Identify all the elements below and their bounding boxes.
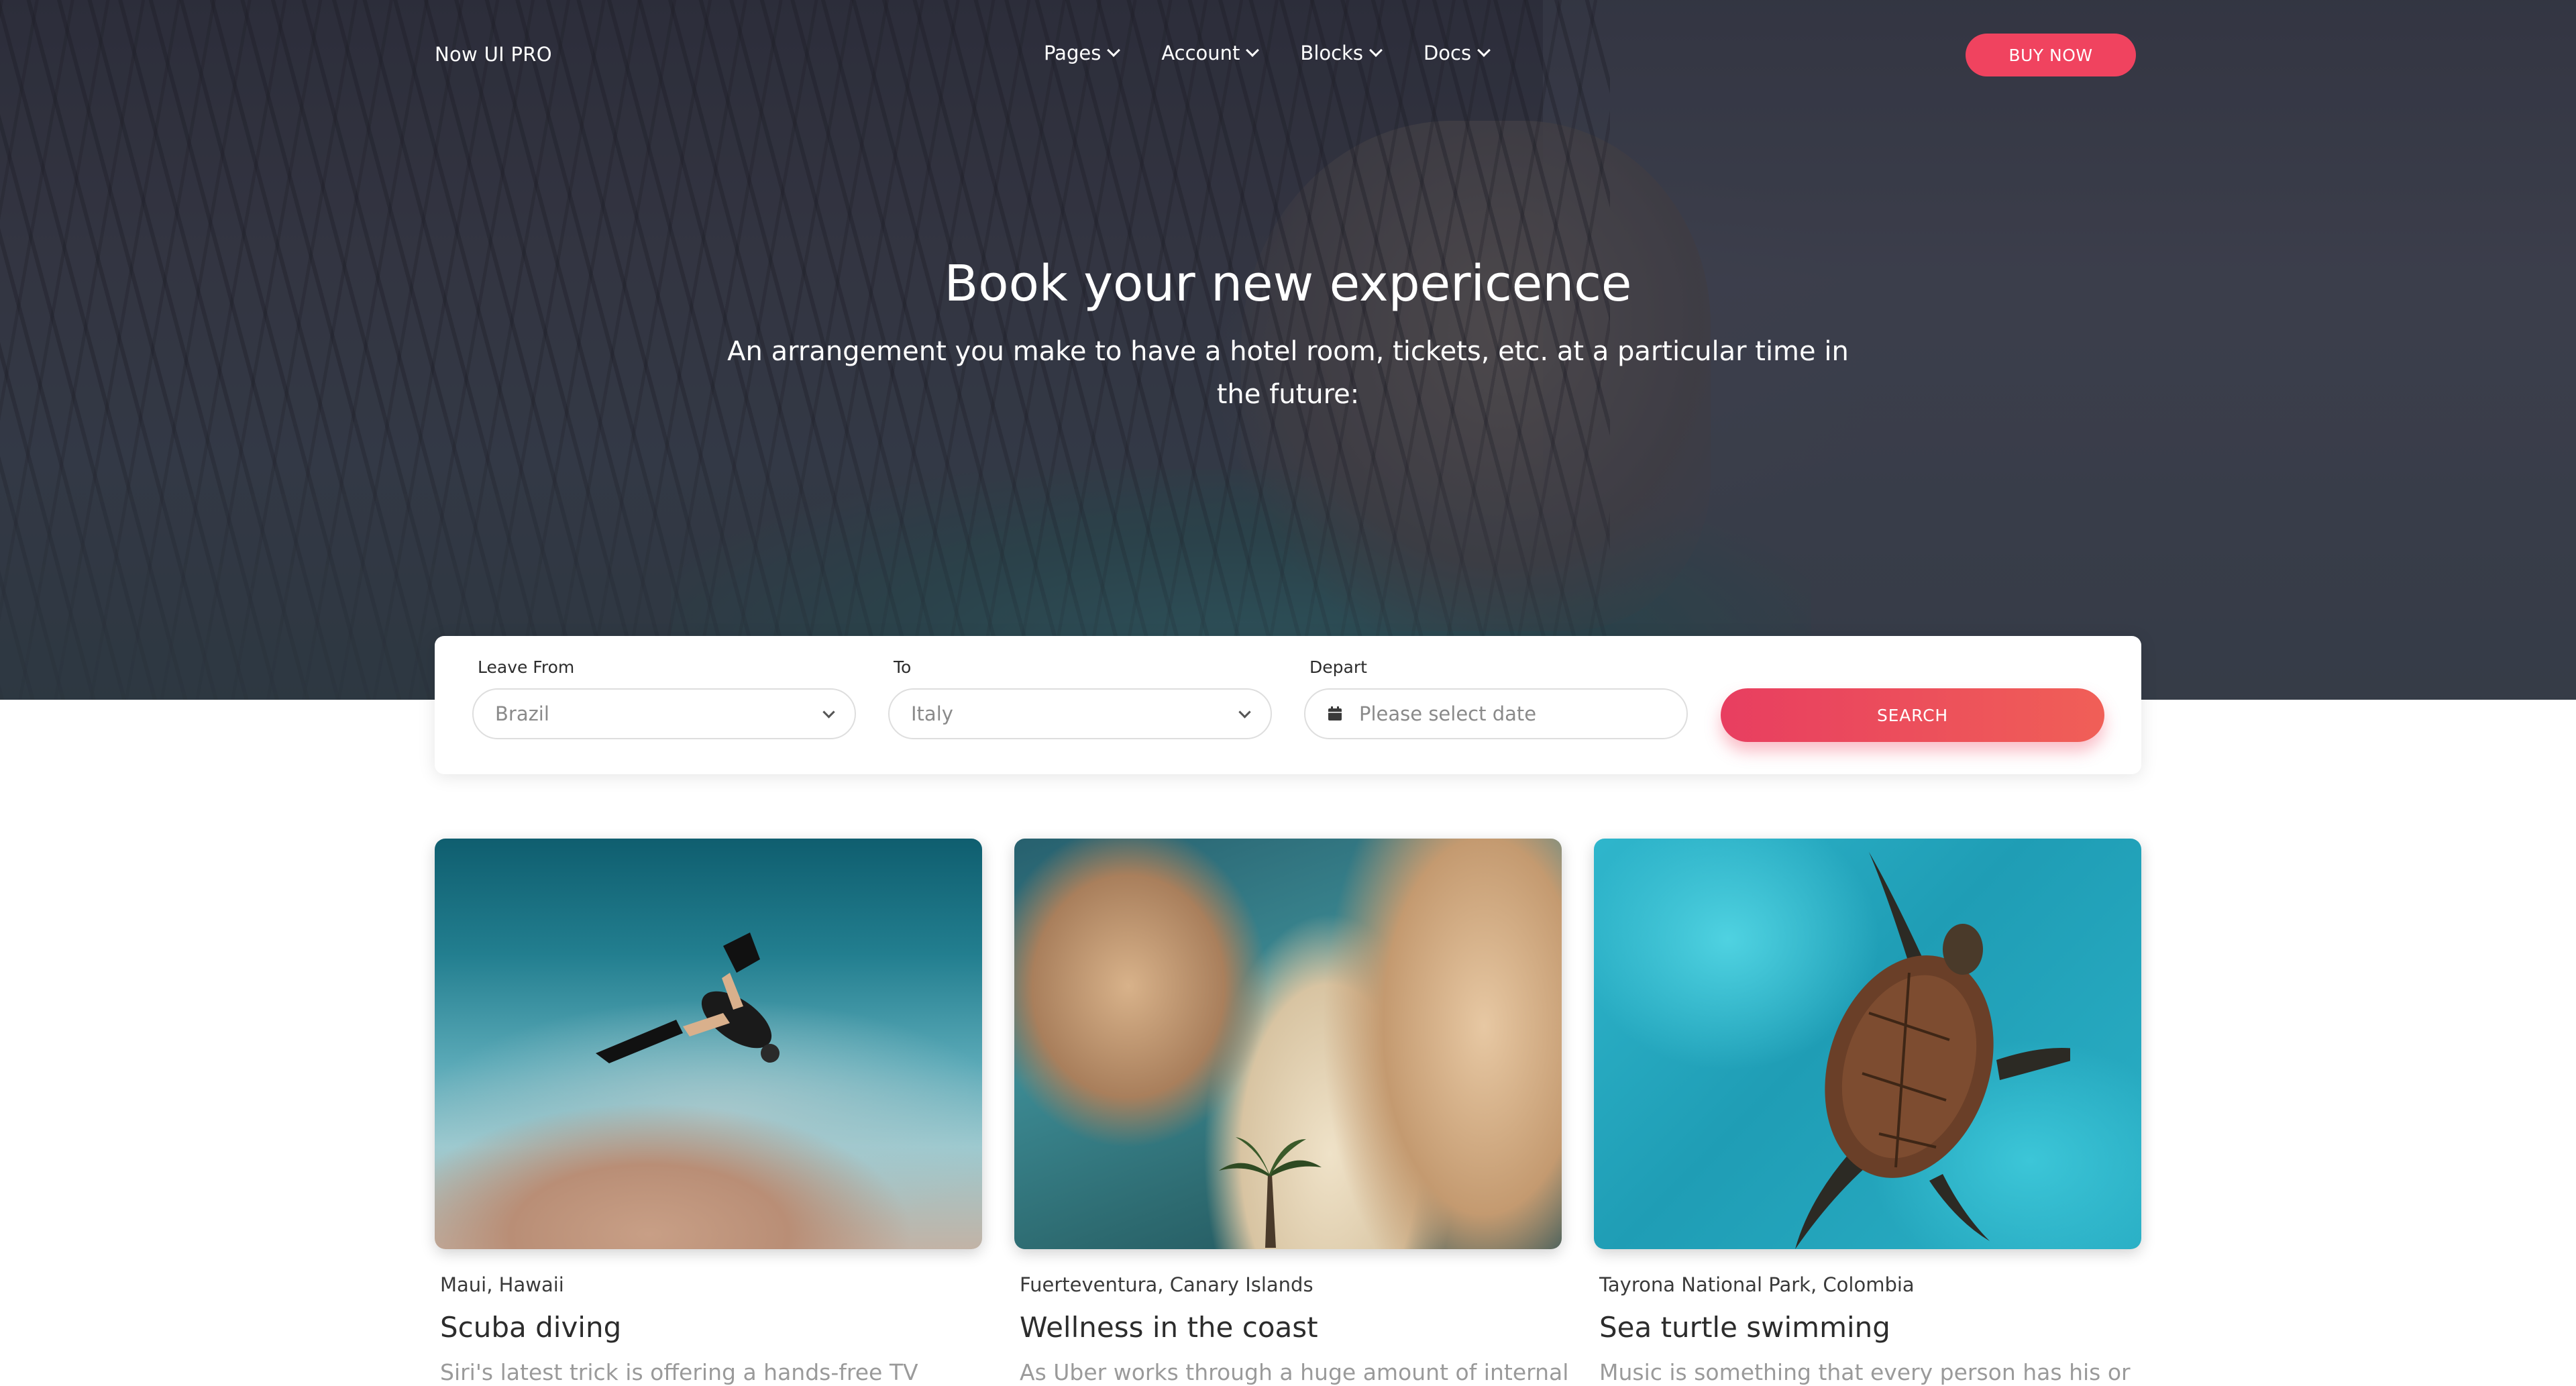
card-location: Maui, Hawaii — [440, 1273, 564, 1296]
card-excerpt: As Uber works through a huge amount of i… — [1020, 1359, 1569, 1385]
buy-now-button[interactable]: BUY NOW — [1966, 34, 2136, 76]
experience-card[interactable]: Fuerteventura, Canary Islands Wellness i… — [1014, 839, 1568, 1385]
nav-menu: Pages Account Blocks Docs — [1044, 42, 1491, 64]
booking-search-card: Leave From Brazil To Italy Depart Please… — [435, 636, 2141, 774]
nav-item-docs[interactable]: Docs — [1423, 42, 1491, 64]
card-location: Fuerteventura, Canary Islands — [1020, 1273, 1313, 1296]
card-image-sea-turtle[interactable] — [1594, 839, 2141, 1249]
navbar: Now UI PRO Pages Account Blocks Docs BUY… — [0, 0, 2576, 111]
experience-card[interactable]: Maui, Hawaii Scuba diving Siri's latest … — [435, 839, 982, 1385]
card-image-wellness-coast[interactable] — [1014, 839, 1562, 1249]
nav-item-label: Pages — [1044, 42, 1102, 64]
chevron-down-icon — [1477, 44, 1491, 57]
chevron-down-icon — [1238, 705, 1251, 718]
card-location: Tayrona National Park, Colombia — [1599, 1273, 1915, 1296]
card-title[interactable]: Sea turtle swimming — [1599, 1311, 1890, 1344]
nav-item-account[interactable]: Account — [1161, 42, 1260, 64]
to-select[interactable]: Italy — [888, 688, 1272, 739]
nav-item-label: Blocks — [1300, 42, 1363, 64]
nav-item-label: Docs — [1423, 42, 1472, 64]
card-excerpt: Siri's latest trick is offering a hands-… — [440, 1359, 918, 1385]
depart-placeholder: Please select date — [1359, 702, 1537, 725]
leave-from-label: Leave From — [478, 657, 575, 677]
depart-date-input[interactable]: Please select date — [1304, 688, 1688, 739]
chevron-down-icon — [1369, 44, 1383, 57]
calendar-icon — [1328, 706, 1342, 721]
hero-subtitle: An arrangement you make to have a hotel … — [727, 336, 1849, 410]
palm-tree-illustration — [1219, 1137, 1322, 1248]
leave-from-select[interactable]: Brazil — [472, 688, 856, 739]
nav-item-blocks[interactable]: Blocks — [1300, 42, 1383, 64]
brand-link[interactable]: Now UI PRO — [435, 43, 552, 66]
card-excerpt: Music is something that every person has… — [1599, 1359, 2131, 1385]
leave-from-value: Brazil — [495, 702, 549, 725]
chevron-down-icon — [1107, 44, 1121, 57]
diver-illustration — [596, 932, 780, 1063]
experience-card[interactable]: Tayrona National Park, Colombia Sea turt… — [1594, 839, 2141, 1385]
nav-item-label: Account — [1161, 42, 1240, 64]
nav-item-pages[interactable]: Pages — [1044, 42, 1121, 64]
card-title[interactable]: Wellness in the coast — [1020, 1311, 1318, 1344]
card-title[interactable]: Scuba diving — [440, 1311, 621, 1344]
depart-label: Depart — [1309, 657, 1367, 677]
to-value: Italy — [911, 702, 953, 725]
card-image-scuba-diving[interactable] — [435, 839, 982, 1249]
sea-turtle-illustration — [1795, 852, 2070, 1249]
search-button[interactable]: SEARCH — [1721, 688, 2104, 742]
chevron-down-icon — [822, 705, 835, 718]
chevron-down-icon — [1246, 44, 1260, 57]
hero-title: Book your new expericence — [944, 255, 1632, 313]
to-label: To — [894, 657, 912, 677]
